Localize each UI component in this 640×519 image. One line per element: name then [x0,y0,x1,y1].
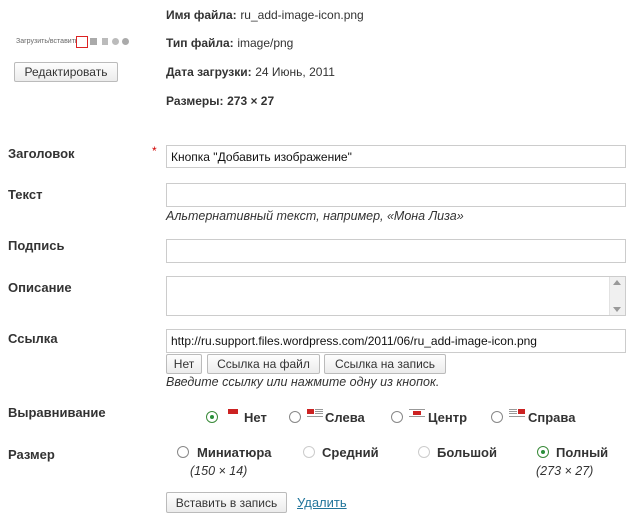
link-to-file-button[interactable]: Ссылка на файл [207,354,320,374]
align-none-radio[interactable] [206,411,218,423]
size-full-radio[interactable] [537,446,549,458]
filename-value: ru_add-image-icon.png [240,8,364,22]
description-textarea[interactable] [166,276,626,316]
description-scrollbar[interactable] [609,277,625,315]
thumbnail-video-icon [90,38,97,45]
meta-upload-date: Дата загрузки: 24 Июнь, 2011 [166,64,335,79]
title-label: Заголовок [8,146,75,161]
size-medium-label: Средний [322,445,379,460]
delete-link[interactable]: Удалить [297,495,347,510]
alt-text-label: Текст [8,187,43,202]
meta-dimensions: Размеры: 273 × 27 [166,93,274,108]
align-right-icon [509,409,525,417]
align-center-label: Центр [428,410,468,425]
link-hint: Введите ссылку или нажмите одну из кнопо… [166,375,440,389]
caption-label: Подпись [8,238,65,253]
alt-text-hint: Альтернативный текст, например, «Мона Ли… [166,209,464,223]
size-thumbnail-dims: (150 × 14) [190,464,248,478]
dimensions-value: 273 × 27 [227,94,275,108]
thumbnail-image-icon [76,36,88,48]
align-none-label: Нет [244,410,267,425]
edit-image-button[interactable]: Редактировать [14,62,118,82]
alignment-label: Выравнивание [8,405,106,420]
align-left-label: Слева [325,410,365,425]
caption-input[interactable] [166,239,626,263]
link-to-post-button[interactable]: Ссылка на запись [324,354,446,374]
align-center-icon [409,409,425,417]
alt-text-input[interactable] [166,183,626,207]
size-large-label: Большой [437,445,497,460]
meta-filetype: Тип файла: image/png [166,35,293,50]
title-input[interactable] [166,145,626,168]
align-none-icon [228,409,238,414]
meta-filename: Имя файла: ru_add-image-icon.png [166,7,364,22]
required-mark: * [152,144,157,158]
align-left-radio[interactable] [289,411,301,423]
link-label: Ссылка [8,331,58,346]
size-thumbnail-radio[interactable] [177,446,189,458]
thumbnail-text: Загрузить/вставить [16,38,79,45]
size-medium-radio [303,446,315,458]
filetype-value: image/png [237,36,294,50]
dimensions-label: Размеры: [166,94,224,108]
size-thumbnail-label: Миниатюра [197,445,272,460]
thumbnail-media-icon [112,38,119,45]
size-full-dims: (273 × 27) [536,464,594,478]
scroll-up-icon[interactable] [613,280,621,285]
align-right-label: Справа [528,410,576,425]
align-left-icon [307,409,323,417]
size-large-radio [418,446,430,458]
insert-into-post-button[interactable]: Вставить в запись [166,492,287,513]
scroll-down-icon[interactable] [613,307,621,312]
filetype-label: Тип файла: [166,36,234,50]
upload-date-label: Дата загрузки: [166,65,252,79]
size-full-label: Полный [556,445,609,460]
size-label: Размер [8,447,55,462]
thumbnail-preview: Загрузить/вставить [16,36,129,50]
align-right-radio[interactable] [491,411,503,423]
link-none-button[interactable]: Нет [166,354,202,374]
align-center-radio[interactable] [391,411,403,423]
link-url-input[interactable] [166,329,626,353]
description-label: Описание [8,280,72,295]
upload-date-value: 24 Июнь, 2011 [255,65,335,79]
thumbnail-audio-icon [102,38,108,45]
thumbnail-settings-icon [122,38,129,45]
filename-label: Имя файла: [166,8,237,22]
